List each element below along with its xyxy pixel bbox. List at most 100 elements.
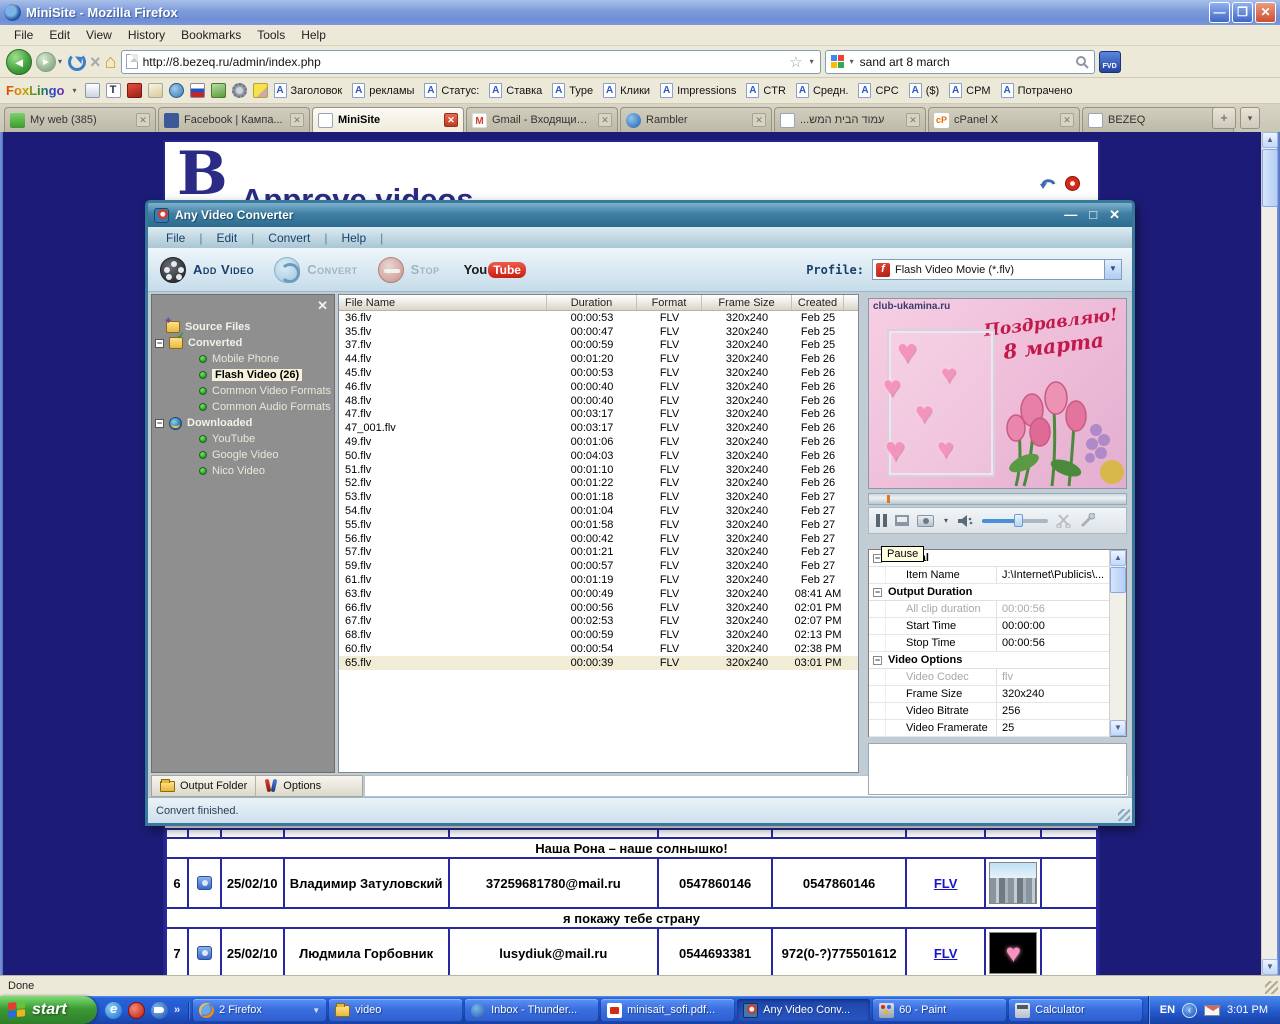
col-duration[interactable]: Duration xyxy=(547,295,637,310)
property-scrollbar[interactable]: ▲ ▼ xyxy=(1109,550,1126,736)
menu-item[interactable]: View xyxy=(78,26,120,44)
browser-tab[interactable]: MiniSite ✕ xyxy=(312,107,464,132)
campaign-stat-button[interactable]: Заголовок xyxy=(274,83,343,98)
stop-playback-button[interactable] xyxy=(895,515,909,526)
col-frame-size[interactable]: Frame Size xyxy=(702,295,792,310)
file-row[interactable]: 56.flv 00:00:42 FLV 320x240 Feb 27 xyxy=(339,532,858,546)
speaker-icon[interactable] xyxy=(958,514,974,528)
video-file-icon[interactable] xyxy=(197,876,212,890)
tree-item[interactable]: Common Audio Formats xyxy=(152,399,334,415)
file-row[interactable]: 49.flv 00:01:06 FLV 320x240 Feb 26 xyxy=(339,435,858,449)
file-row[interactable]: 51.flv 00:01:10 FLV 320x240 Feb 26 xyxy=(339,463,858,477)
file-list-header[interactable]: File Name Duration Format Frame Size Cre… xyxy=(339,295,858,311)
menu-item[interactable]: History xyxy=(120,26,173,44)
resize-grip[interactable] xyxy=(1265,981,1278,994)
foxlingo-dropdown-icon[interactable]: ▾ xyxy=(71,86,79,95)
campaign-stat-button[interactable]: Потрачено xyxy=(1001,83,1073,98)
table-tool-icon[interactable] xyxy=(85,83,100,98)
property-row[interactable]: Start Time 00:00:00 xyxy=(869,618,1110,635)
prop-scrollbar-thumb[interactable] xyxy=(1110,567,1126,593)
taskbar-button[interactable]: Calculator xyxy=(1009,999,1142,1021)
spellcheck-icon[interactable] xyxy=(148,83,163,98)
tab-close-icon[interactable]: ✕ xyxy=(598,113,612,127)
col-file-name[interactable]: File Name xyxy=(339,295,547,310)
file-row[interactable]: 60.flv 00:00:54 FLV 320x240 02:38 PM xyxy=(339,642,858,656)
tree-item[interactable]: Nico Video xyxy=(152,463,334,479)
logout-icon[interactable] xyxy=(1065,176,1080,191)
campaign-stat-button[interactable]: Type xyxy=(552,83,593,98)
file-row[interactable]: 50.flv 00:04:03 FLV 320x240 Feb 26 xyxy=(339,449,858,463)
menu-item[interactable]: Tools xyxy=(249,26,293,44)
internet-explorer-icon[interactable] xyxy=(105,1002,122,1019)
google-search-icon[interactable] xyxy=(831,55,844,68)
avc-menu-item[interactable]: Help xyxy=(341,231,397,245)
property-value[interactable]: 00:00:56 xyxy=(997,637,1110,649)
property-value[interactable]: 00:00:56 xyxy=(997,603,1110,615)
stop-button-avc[interactable]: Stop xyxy=(376,255,450,285)
file-row[interactable]: 48.flv 00:00:40 FLV 320x240 Feb 26 xyxy=(339,394,858,408)
foxlingo-brand[interactable]: FoxLingo xyxy=(6,83,65,98)
volume-slider[interactable] xyxy=(982,519,1048,523)
browser-tab[interactable]: Gmail - Входящие ... ✕ xyxy=(466,107,618,132)
taskbar-button[interactable]: 2 Firefox ▼ xyxy=(193,999,326,1021)
property-value[interactable]: 00:00:00 xyxy=(997,620,1110,632)
list-all-tabs-button[interactable]: ▾ xyxy=(1240,107,1260,129)
volume-handle[interactable] xyxy=(1014,514,1023,527)
settings-gear-icon[interactable] xyxy=(232,83,247,98)
property-row[interactable]: Stop Time 00:00:56 xyxy=(869,635,1110,652)
taskbar-button[interactable]: Inbox - Thunder... xyxy=(465,999,598,1021)
stop-button[interactable]: × xyxy=(90,53,101,71)
col-format[interactable]: Format xyxy=(637,295,702,310)
file-row[interactable]: 52.flv 00:01:22 FLV 320x240 Feb 26 xyxy=(339,477,858,491)
fvd-downloader-icon[interactable]: FVD xyxy=(1099,51,1121,73)
prop-scroll-down-icon[interactable]: ▼ xyxy=(1110,720,1126,736)
taskbar-button[interactable]: minisait_sofi.pdf... xyxy=(601,999,734,1021)
property-value[interactable]: J:\Internet\Publicis\... xyxy=(997,569,1110,581)
menu-item[interactable]: File xyxy=(6,26,41,44)
menu-item[interactable]: Help xyxy=(293,26,334,44)
add-video-button[interactable]: Add Video xyxy=(158,255,264,285)
avc-resize-grip[interactable] xyxy=(1118,809,1130,821)
avc-close-button[interactable]: ✕ xyxy=(1109,207,1120,223)
snapshot-dropdown-icon[interactable]: ▾ xyxy=(942,516,950,525)
seek-position-marker[interactable] xyxy=(887,495,890,503)
flv-link[interactable]: FLV xyxy=(934,946,958,961)
browser-tab[interactable]: My web (385) ✕ xyxy=(4,107,156,132)
avc-menu-item[interactable]: File xyxy=(166,231,216,245)
tab-close-icon[interactable]: ✕ xyxy=(906,113,920,127)
taskbar-button[interactable]: 60 - Paint xyxy=(873,999,1006,1021)
tab-close-icon[interactable]: ✕ xyxy=(136,113,150,127)
tree-item[interactable]: Common Video Formats xyxy=(152,383,334,399)
tab-close-icon[interactable]: ✕ xyxy=(444,113,458,127)
property-row[interactable]: Frame Size 320x240 xyxy=(869,686,1110,703)
close-button[interactable]: ✕ xyxy=(1255,2,1276,23)
language-bar-icon[interactable]: ‹ xyxy=(1182,1003,1197,1018)
youtube-button[interactable]: You Tube xyxy=(464,262,526,278)
file-row[interactable]: 45.flv 00:00:53 FLV 320x240 Feb 26 xyxy=(339,366,858,380)
search-magnifier-icon[interactable] xyxy=(1075,55,1089,69)
file-row[interactable]: 44.flv 00:01:20 FLV 320x240 Feb 26 xyxy=(339,352,858,366)
translate-globe-icon[interactable] xyxy=(169,83,184,98)
property-section-header[interactable]: − Video Options xyxy=(869,652,1110,669)
browser-tab[interactable]: Facebook | Кампа... ✕ xyxy=(158,107,310,132)
video-preview[interactable]: club-ukamina.ru Поздравляю! 8 марта ♥ ♥ … xyxy=(868,298,1127,489)
scroll-down-icon[interactable]: ▼ xyxy=(1262,959,1278,975)
file-row[interactable]: 54.flv 00:01:04 FLV 320x240 Feb 27 xyxy=(339,504,858,518)
file-row[interactable]: 47.flv 00:03:17 FLV 320x240 Feb 26 xyxy=(339,408,858,422)
avc-menu-item[interactable]: Edit xyxy=(216,231,268,245)
profile-dropdown-icon[interactable]: ▼ xyxy=(1104,260,1121,279)
bookmark-star-icon[interactable]: ☆ xyxy=(789,53,802,71)
tab-close-icon[interactable]: ✕ xyxy=(290,113,304,127)
col-created[interactable]: Created xyxy=(792,295,844,310)
file-row[interactable]: 66.flv 00:00:56 FLV 320x240 02:01 PM xyxy=(339,601,858,615)
property-row[interactable]: Item Name J:\Internet\Publicis\... xyxy=(869,567,1110,584)
file-row[interactable]: 36.flv 00:00:53 FLV 320x240 Feb 25 xyxy=(339,311,858,325)
property-row[interactable]: Video Codec flv xyxy=(869,669,1110,686)
tree-item[interactable]: YouTube xyxy=(152,431,334,447)
search-box[interactable]: ▾ xyxy=(825,50,1095,74)
scroll-up-icon[interactable]: ▲ xyxy=(1262,132,1278,148)
campaign-stat-button[interactable]: Ставка xyxy=(489,83,542,98)
start-button[interactable]: start xyxy=(0,996,97,1024)
property-value[interactable]: 25 xyxy=(997,722,1110,734)
browser-tab[interactable]: cPanel X ✕ xyxy=(928,107,1080,132)
